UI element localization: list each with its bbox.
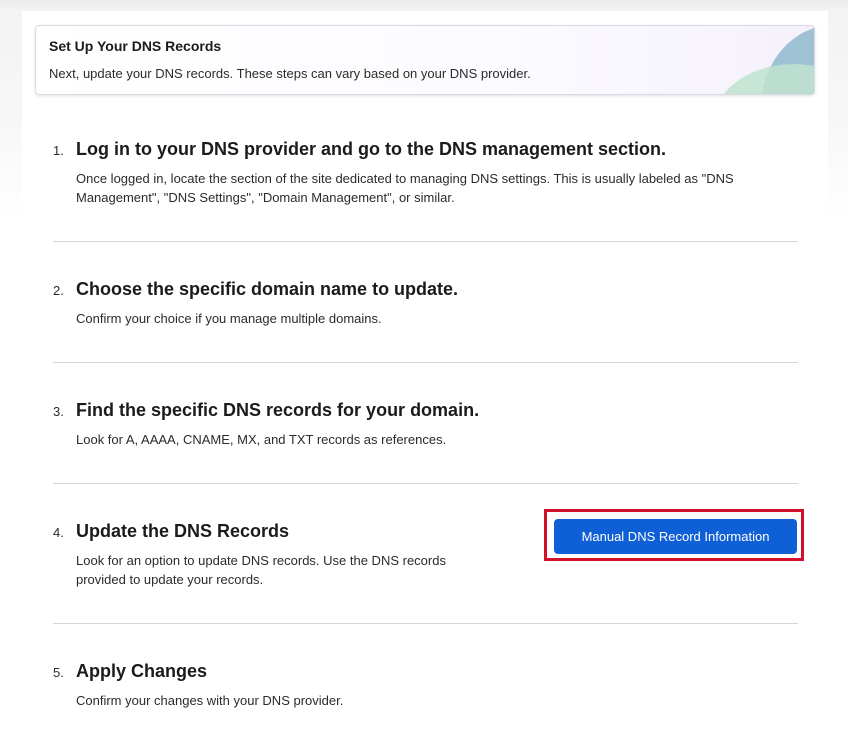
step-title: Log in to your DNS provider and go to th…: [76, 139, 667, 159]
step-description: Look for A, AAAA, CNAME, MX, and TXT rec…: [76, 432, 447, 447]
banner-subtitle: Next, update your DNS records. These ste…: [49, 66, 531, 81]
banner-decoration-graphic: [724, 28, 814, 94]
step-title: Update the DNS Records: [76, 521, 290, 541]
divider: [53, 623, 798, 624]
step-1: 1. Log in to your DNS provider and go to…: [53, 139, 798, 209]
step-title: Find the specific DNS records for your d…: [76, 400, 480, 420]
step-title: Choose the specific domain name to updat…: [76, 279, 459, 299]
step-number: 3.: [53, 404, 64, 419]
step-description: Confirm your changes with your DNS provi…: [76, 693, 344, 708]
divider: [53, 241, 798, 242]
step-2: 2. Choose the specific domain name to up…: [53, 279, 798, 329]
step-description: Look for an option to update DNS records…: [76, 553, 446, 587]
divider: [53, 362, 798, 363]
step-5: 5. Apply Changes Confirm your changes wi…: [53, 661, 798, 711]
step-title: Apply Changes: [76, 661, 208, 681]
step-number: 4.: [53, 525, 64, 540]
banner-title: Set Up Your DNS Records: [49, 38, 222, 54]
setup-banner: Set Up Your DNS Records Next, update you…: [35, 25, 815, 95]
step-description: Confirm your choice if you manage multip…: [76, 311, 382, 326]
step-number: 5.: [53, 665, 64, 680]
step-number: 1.: [53, 143, 64, 158]
dns-setup-panel: Set Up Your DNS Records Next, update you…: [22, 11, 828, 741]
step-3: 3. Find the specific DNS records for you…: [53, 400, 798, 450]
step-description: Once logged in, locate the section of th…: [76, 171, 734, 205]
manual-dns-record-information-button[interactable]: Manual DNS Record Information: [554, 519, 797, 554]
divider: [53, 483, 798, 484]
step-number: 2.: [53, 283, 64, 298]
